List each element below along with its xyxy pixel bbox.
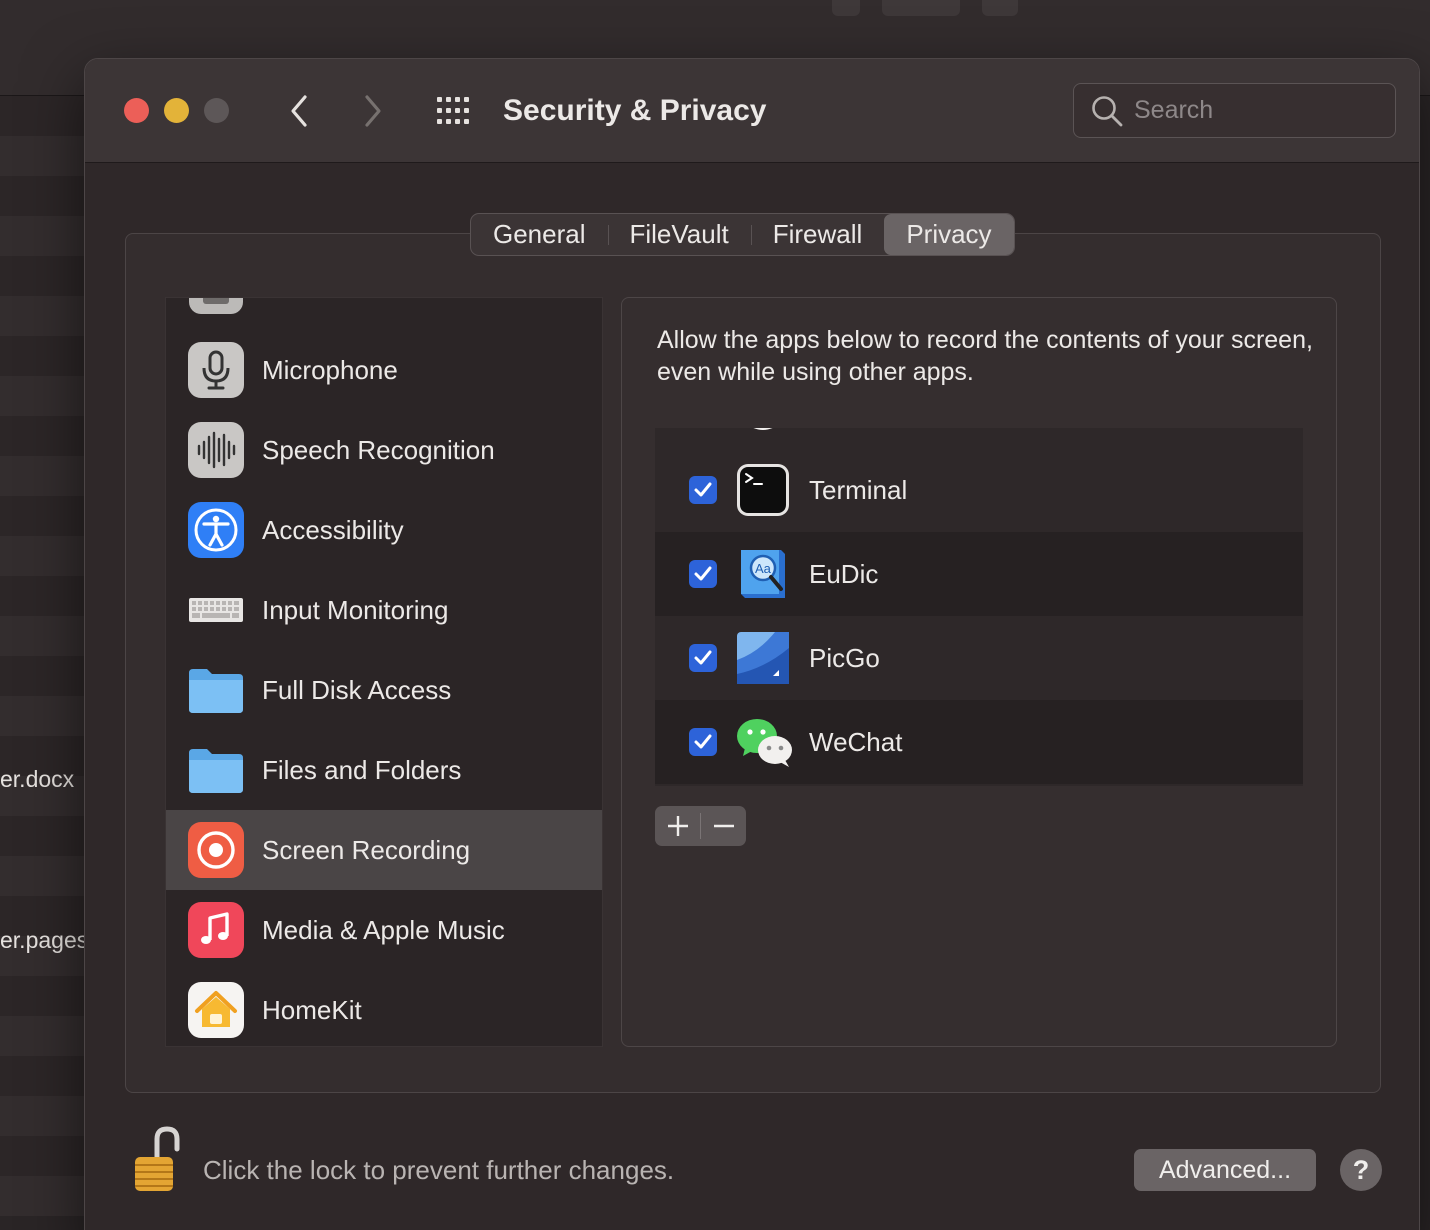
category-media-apple-music[interactable]: Media & Apple Music — [166, 890, 602, 970]
app-row-picgo[interactable]: PicGo — [655, 616, 1303, 700]
category-input-monitoring[interactable]: Input Monitoring — [166, 570, 602, 650]
app-row-terminal[interactable]: Terminal — [655, 448, 1303, 532]
picgo-icon — [737, 632, 789, 684]
eudic-icon: Aa — [741, 550, 785, 598]
background-toolbar-button — [882, 0, 960, 16]
camera-icon — [189, 298, 243, 314]
background-toolbar-button — [832, 0, 860, 16]
microphone-icon — [188, 342, 244, 398]
category-label: Input Monitoring — [262, 594, 449, 625]
category-label: Screen Recording — [262, 834, 471, 865]
app-row-wechat[interactable]: WeChat — [655, 700, 1303, 784]
remove-app-button[interactable] — [701, 806, 746, 846]
checkmark-icon — [694, 734, 712, 749]
category-label: Full Disk Access — [262, 674, 452, 705]
background-toolbar-button — [982, 0, 1018, 16]
add-app-button[interactable] — [655, 806, 700, 846]
grid-icon — [437, 97, 469, 124]
category-label: Files and Folders — [262, 754, 462, 785]
lock-status-text: Click the lock to prevent further change… — [203, 1155, 675, 1185]
show-all-button[interactable] — [433, 93, 477, 129]
list-item — [655, 428, 1303, 448]
security-privacy-window: Security & Privacy General FileVault Fir… — [84, 58, 1420, 1230]
lock-button[interactable] — [127, 1125, 187, 1195]
screen-recording-pane: Allow the apps below to record the conte… — [621, 297, 1337, 1047]
title-bar: Security & Privacy — [85, 59, 1419, 163]
category-label: Microphone — [262, 354, 398, 385]
keyboard-icon — [189, 598, 243, 622]
window-title: Security & Privacy — [503, 94, 767, 127]
pane-description: Allow the apps below to record the conte… — [657, 326, 1313, 386]
tab-privacy[interactable]: Privacy — [884, 214, 1014, 255]
category-full-disk-access[interactable]: Full Disk Access — [166, 650, 602, 730]
category-homekit[interactable]: HomeKit — [166, 970, 602, 1046]
forward-button[interactable] — [353, 89, 393, 133]
unlocked-lock-icon — [135, 1126, 180, 1191]
background-file-pages: er.pages — [0, 927, 89, 953]
category-label: Speech Recognition — [262, 434, 495, 465]
close-window-button[interactable] — [124, 98, 149, 123]
tab-firewall[interactable]: Firewall — [750, 214, 885, 255]
screen-recording-icon — [188, 822, 244, 878]
accessibility-icon — [188, 502, 244, 558]
app-name: PicGo — [809, 642, 880, 673]
checkmark-icon — [694, 482, 712, 497]
back-button[interactable] — [279, 89, 319, 133]
category-label: HomeKit — [262, 994, 362, 1025]
app-list[interactable]: Terminal Aa EuDic PicGo WeChat — [655, 428, 1303, 786]
plus-icon — [667, 816, 688, 836]
search-field[interactable] — [1073, 83, 1396, 138]
chevron-right-icon — [365, 95, 381, 127]
background-file-docx: er.docx — [0, 766, 75, 792]
app-icon — [753, 428, 773, 430]
folder-icon — [189, 749, 243, 793]
folder-icon — [189, 669, 243, 713]
svg-text:Aa: Aa — [755, 561, 772, 576]
category-label: Accessibility — [262, 514, 404, 545]
app-name: EuDic — [809, 558, 879, 589]
tab-bar: General FileVault Firewall Privacy — [470, 213, 1015, 256]
advanced-button[interactable]: Advanced... — [1134, 1149, 1316, 1191]
app-row-eudic[interactable]: Aa EuDic — [655, 532, 1303, 616]
search-icon — [1092, 95, 1123, 126]
wechat-checkbox[interactable] — [689, 728, 717, 756]
category-microphone[interactable]: Microphone — [166, 330, 602, 410]
app-name: Terminal — [809, 474, 908, 505]
terminal-icon — [737, 464, 789, 516]
app-name: WeChat — [809, 726, 903, 757]
tab-filevault[interactable]: FileVault — [607, 214, 751, 255]
tab-general[interactable]: General — [471, 214, 608, 255]
search-input[interactable] — [1134, 96, 1374, 125]
minimize-window-button[interactable] — [164, 98, 189, 123]
waveform-icon — [188, 422, 244, 478]
minus-icon — [713, 824, 734, 828]
checkmark-icon — [694, 566, 712, 581]
category-files-and-folders[interactable]: Files and Folders — [166, 730, 602, 810]
privacy-category-list[interactable]: Microphone Speech Recognition Accessibil… — [165, 297, 603, 1047]
eudic-checkbox[interactable] — [689, 560, 717, 588]
picgo-checkbox[interactable] — [689, 644, 717, 672]
category-speech-recognition[interactable]: Speech Recognition — [166, 410, 602, 490]
category-label: Media & Apple Music — [262, 914, 505, 945]
category-accessibility[interactable]: Accessibility — [166, 490, 602, 570]
add-remove-control — [655, 806, 746, 846]
checkmark-icon — [694, 650, 712, 665]
music-icon — [188, 902, 244, 958]
wechat-icon — [737, 719, 792, 767]
chevron-left-icon — [291, 95, 307, 127]
help-button[interactable]: ? — [1340, 1149, 1382, 1191]
terminal-checkbox[interactable] — [689, 476, 717, 504]
zoom-window-button[interactable] — [204, 98, 229, 123]
background-file-list — [0, 96, 90, 1230]
home-icon — [188, 982, 244, 1038]
category-screen-recording[interactable]: Screen Recording — [166, 810, 602, 890]
